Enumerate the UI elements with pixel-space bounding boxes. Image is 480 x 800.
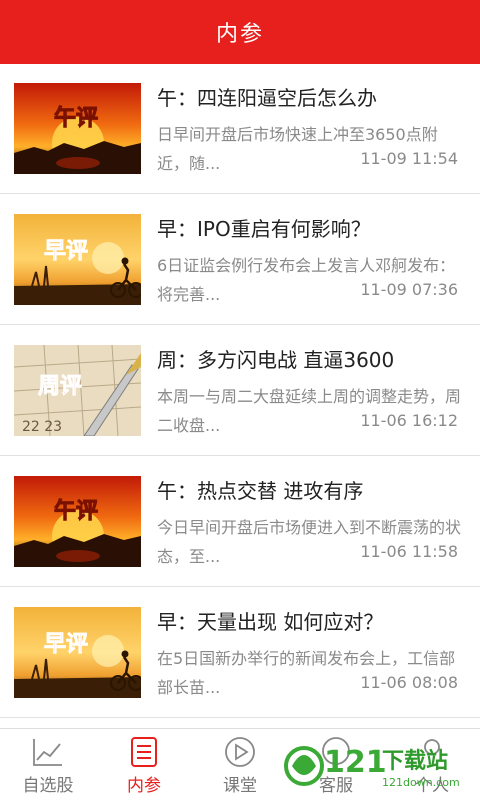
cyclist-image-icon: 早评 <box>14 214 141 305</box>
article-time: 11-06 08:08 <box>350 673 458 692</box>
sunset-image-icon: 午评 <box>14 476 141 567</box>
tab-insider[interactable]: 内参 <box>96 729 192 800</box>
tab-classroom[interactable]: 课堂 <box>192 729 288 800</box>
svg-text:午评: 午评 <box>54 105 98 131</box>
app-header: 内参 <box>0 0 480 64</box>
svg-text:22 23: 22 23 <box>22 419 62 435</box>
svg-text:早评: 早评 <box>44 239 88 264</box>
article-thumbnail: 早评 <box>14 214 141 305</box>
tab-label: 内参 <box>127 776 161 796</box>
article-title: 周：多方闪电战 直逼3600 <box>157 348 395 372</box>
article-title: 午：热点交替 进攻有序 <box>157 479 364 503</box>
list-item[interactable]: 22 23 周评 周：多方闪电战 直逼3600 本周一与周二大盘延续上周的调整走… <box>0 326 480 456</box>
calendar-pen-image-icon: 22 23 周评 <box>14 345 141 436</box>
play-circle-icon <box>225 737 255 767</box>
article-time: 11-06 16:12 <box>350 411 458 430</box>
cyclist-image-icon: 早评 <box>14 607 141 698</box>
svg-text:早评: 早评 <box>44 632 88 657</box>
tab-label: 课堂 <box>223 776 257 796</box>
article-thumbnail: 22 23 周评 <box>14 345 141 436</box>
svg-text:午评: 午评 <box>54 498 98 524</box>
article-thumbnail: 午评 <box>14 83 141 174</box>
article-title: 早：天量出现 如何应对？ <box>157 610 384 634</box>
svg-text:周评: 周评 <box>38 374 82 399</box>
page-title: 内参 <box>215 22 264 47</box>
sunset-image-icon: 午评 <box>14 83 141 174</box>
list-item[interactable]: 早评 早：天量出现 如何应对？ 在5日国新办举行的新闻发布会上，工信部部长苗..… <box>0 588 480 718</box>
article-thumbnail: 午评 <box>14 476 141 567</box>
list-item[interactable]: 午评 午：四连阳逼空后怎么办 日早间开盘后市场快速上冲至3650点附近，随...… <box>0 64 480 194</box>
list-item[interactable]: 早评 早：IPO重启有何影响？ 6日证监会例行发布会上发言人邓舸发布：将完善..… <box>0 195 480 325</box>
article-list[interactable]: 午评 午：四连阳逼空后怎么办 日早间开盘后市场快速上冲至3650点附近，随...… <box>0 64 480 728</box>
watermark-logo: 121 下载站 121down.com <box>284 745 460 789</box>
svg-text:121down.com: 121down.com <box>382 776 460 789</box>
article-time: 11-09 07:36 <box>350 280 458 299</box>
chart-line-icon <box>33 739 62 766</box>
article-time: 11-09 11:54 <box>350 149 458 168</box>
tab-label: 自选股 <box>22 776 74 796</box>
svg-text:121: 121 <box>324 745 387 780</box>
tab-watchlist[interactable]: 自选股 <box>0 729 96 800</box>
list-item[interactable]: 午评 午：热点交替 进攻有序 今日早间开盘后市场便进入到不断震荡的状态，至...… <box>0 457 480 587</box>
article-thumbnail: 早评 <box>14 607 141 698</box>
document-list-icon <box>131 737 157 767</box>
article-title: 午：四连阳逼空后怎么办 <box>157 86 377 110</box>
svg-text:下载站: 下载站 <box>382 748 448 774</box>
article-title: 早：IPO重启有何影响？ <box>157 217 371 241</box>
article-time: 11-06 11:58 <box>350 542 458 561</box>
